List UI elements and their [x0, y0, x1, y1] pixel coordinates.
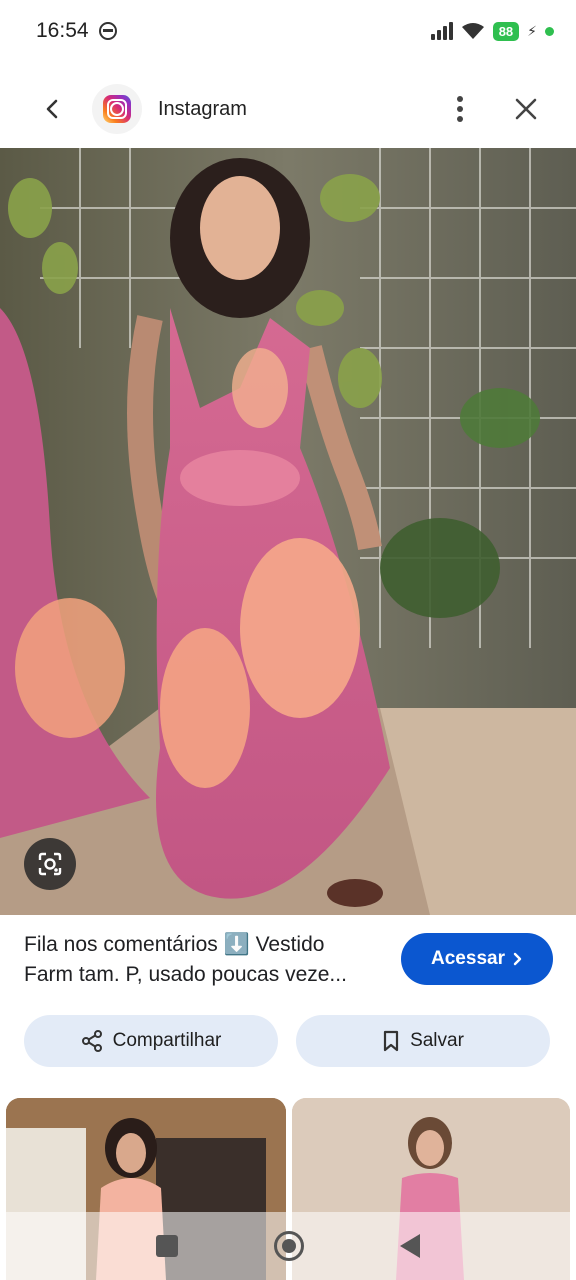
back-button[interactable] — [28, 84, 78, 134]
visit-button[interactable]: Acessar — [401, 933, 553, 985]
status-bar: 16:54 88 ⚡ — [0, 0, 576, 62]
caption-line-2: Farm tam. P, usado poucas veze... — [24, 963, 347, 986]
source-avatar[interactable] — [92, 84, 142, 134]
viewer-header: Instagram — [0, 78, 576, 140]
status-left: 16:54 — [36, 19, 117, 43]
more-vert-icon — [457, 96, 463, 122]
status-time: 16:54 — [36, 19, 89, 42]
share-button-label: Compartilhar — [112, 1030, 222, 1051]
status-right: 88 ⚡ — [430, 21, 554, 41]
image-caption: Fila nos comentários ⬇️ Vestido Farm tam… — [24, 930, 384, 990]
google-lens-icon — [38, 852, 62, 876]
instagram-logo-icon — [103, 95, 131, 123]
close-icon — [515, 98, 537, 120]
save-button[interactable]: Salvar — [296, 1015, 550, 1067]
close-button[interactable] — [504, 84, 548, 134]
visit-button-label: Acessar — [431, 948, 505, 969]
home-button[interactable] — [274, 1231, 304, 1261]
share-button[interactable]: Compartilhar — [24, 1015, 278, 1067]
chevron-right-icon — [513, 952, 522, 966]
share-icon — [81, 1030, 102, 1052]
battery-indicator: 88 — [492, 21, 520, 41]
signal-icon — [430, 22, 453, 40]
charging-icon: ⚡ — [527, 22, 537, 39]
main-photo[interactable] — [0, 148, 576, 915]
source-title[interactable]: Instagram — [158, 98, 438, 121]
more-options-button[interactable] — [438, 84, 482, 134]
system-back-button[interactable] — [400, 1234, 420, 1258]
do-not-disturb-icon — [98, 22, 117, 40]
recents-button[interactable] — [156, 1235, 178, 1257]
save-button-label: Salvar — [410, 1030, 464, 1051]
photo-illustration — [0, 148, 576, 915]
image-viewer-screen: 16:54 88 ⚡ Instagram Fila nos comentário… — [0, 0, 576, 1280]
bookmark-icon — [383, 1030, 399, 1052]
caption-line-1: Fila nos comentários ⬇️ Vestido — [24, 933, 325, 956]
system-nav-bar — [0, 1212, 576, 1280]
google-lens-button[interactable] — [24, 838, 76, 890]
privacy-dot-icon — [545, 26, 554, 36]
wifi-icon — [461, 23, 484, 39]
back-arrow-icon — [46, 99, 58, 119]
